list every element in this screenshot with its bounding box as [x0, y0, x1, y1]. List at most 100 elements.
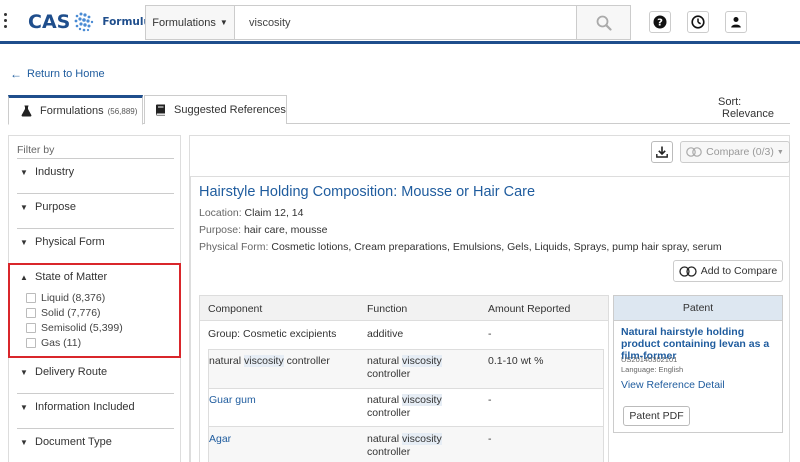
user-icon: [731, 17, 741, 28]
result-location-label: Location:: [199, 207, 242, 219]
chevron-down-icon: ▼: [20, 167, 28, 177]
table-row-amount: 0.1-10 wt %: [488, 355, 544, 367]
result-purpose: Purpose: hair care, mousse: [199, 224, 327, 236]
chevron-down-icon: ▼: [20, 402, 28, 412]
result-location: Location: Claim 12, 14: [199, 207, 304, 219]
divider: [209, 388, 603, 389]
sort-control[interactable]: Sort: Relevance: [718, 96, 800, 120]
return-home-link[interactable]: ← Return to Home: [10, 67, 105, 81]
tab-suggested-references-label: Suggested References: [174, 104, 286, 116]
patent-panel: Patent Natural hairstyle holding product…: [613, 295, 783, 433]
function-text: natural: [367, 433, 403, 445]
history-icon: [691, 15, 705, 29]
user-button[interactable]: [725, 11, 747, 33]
divider: [17, 393, 174, 394]
patent-language: Language: English: [621, 365, 684, 374]
search-highlight: viscosity: [402, 394, 442, 406]
component-text: controller: [283, 355, 330, 367]
add-to-compare-button[interactable]: Add to Compare: [673, 260, 783, 282]
results-panel: Compare (0/3) ▼ Hairstyle Holding Compos…: [189, 135, 790, 462]
column-header-function: Function: [367, 303, 408, 315]
filter-section-delivery-route[interactable]: ▼ Delivery Route: [19, 366, 107, 378]
logo-dots-icon: [74, 12, 94, 32]
component-text: natural: [209, 355, 245, 367]
patent-header: Patent: [614, 296, 782, 321]
group-component: Group: Cosmetic excipients: [208, 328, 337, 340]
download-button[interactable]: [651, 141, 673, 163]
result-physical-form-label: Physical Form:: [199, 241, 269, 253]
search-type-label: Formulations: [152, 16, 216, 29]
help-button[interactable]: ?: [649, 11, 671, 33]
divider: [209, 426, 603, 427]
component-table: Component Function Amount Reported Group…: [199, 295, 609, 462]
group-amount: -: [488, 328, 492, 340]
svg-text:?: ?: [657, 18, 663, 29]
compare-icon: [679, 265, 697, 277]
filter-section-label: Document Type: [35, 436, 112, 448]
search-highlight: viscosity: [402, 355, 442, 367]
chevron-down-icon: ▼: [20, 437, 28, 447]
result-physical-form-value: Cosmetic lotions, Cream preparations, Em…: [271, 241, 722, 253]
compare-label: Compare (0/3): [706, 146, 774, 158]
component-table-header: Component Function Amount Reported: [200, 296, 608, 321]
divider: [17, 158, 174, 159]
result-location-value: Claim 12, 14: [244, 207, 304, 219]
state-of-matter-highlight: [8, 263, 181, 358]
search-highlight: viscosity: [244, 355, 284, 367]
function-text: controller: [367, 446, 411, 458]
filter-section-label: Purpose: [35, 201, 76, 213]
table-row-function: natural viscosity controller: [367, 433, 442, 459]
tab-formulations-count: (56,889): [107, 106, 138, 116]
app-menu-icon[interactable]: [4, 13, 8, 31]
filter-section-label: Physical Form: [35, 236, 105, 248]
filter-section-information-included[interactable]: ▼ Information Included: [19, 401, 135, 413]
arrow-left-icon: ←: [10, 67, 22, 81]
component-link-guar-gum[interactable]: Guar gum: [209, 394, 256, 407]
result-title[interactable]: Hairstyle Holding Composition: Mousse or…: [199, 184, 535, 200]
chevron-down-icon: ▼: [219, 18, 228, 27]
chevron-down-icon: ▼: [20, 202, 28, 212]
group-function: additive: [367, 328, 404, 340]
patent-pdf-button[interactable]: Patent PDF: [623, 406, 690, 426]
book-icon: [156, 104, 165, 116]
filter-section-industry[interactable]: ▼ Industry: [19, 166, 74, 178]
search-bar: Formulations ▼: [145, 5, 631, 40]
table-row-function: natural viscosity controller: [367, 394, 442, 420]
result-purpose-label: Purpose:: [199, 224, 242, 236]
view-reference-detail-link[interactable]: View Reference Detail: [621, 379, 725, 391]
column-header-amount: Amount Reported: [488, 303, 571, 315]
filter-title: Filter by: [17, 144, 55, 156]
table-row-function: natural viscosity controller: [367, 355, 442, 381]
search-button[interactable]: [576, 6, 630, 39]
help-icon: ?: [653, 15, 667, 29]
tab-formulations[interactable]: Formulations (56,889): [8, 95, 143, 125]
tab-suggested-references[interactable]: Suggested References: [144, 95, 287, 124]
filter-section-label: Delivery Route: [35, 366, 108, 378]
history-button[interactable]: [687, 11, 709, 33]
result-purpose-value: hair care, mousse: [243, 224, 328, 236]
sort-label: Sort:: [718, 96, 742, 108]
result-tabs: Formulations (56,889) Suggested Referenc…: [8, 95, 790, 125]
search-highlight: viscosity: [402, 433, 442, 445]
column-header-component: Component: [208, 303, 263, 315]
search-input[interactable]: [235, 6, 576, 39]
filter-section-label: Industry: [35, 166, 75, 178]
result-physical-form: Physical Form: Cosmetic lotions, Cream p…: [199, 241, 722, 253]
function-text: controller: [367, 368, 411, 380]
function-text: controller: [367, 407, 411, 419]
compare-button[interactable]: Compare (0/3) ▼: [680, 141, 790, 163]
search-type-dropdown[interactable]: Formulations ▼: [146, 6, 235, 39]
chevron-down-icon: ▼: [20, 237, 28, 247]
logo[interactable]: CAS Formulus: [28, 11, 157, 33]
filter-section-physical-form[interactable]: ▼ Physical Form: [19, 236, 105, 248]
return-home-label: Return to Home: [27, 68, 105, 80]
filter-section-document-type[interactable]: ▼ Document Type: [19, 436, 112, 448]
function-text: natural: [367, 355, 403, 367]
chevron-down-icon: ▼: [20, 367, 28, 377]
component-link-agar[interactable]: Agar: [209, 433, 231, 446]
filter-section-purpose[interactable]: ▼ Purpose: [19, 201, 76, 213]
search-icon: [596, 15, 612, 31]
compare-icon: [686, 147, 702, 157]
divider: [17, 428, 174, 429]
function-text: natural: [367, 394, 403, 406]
